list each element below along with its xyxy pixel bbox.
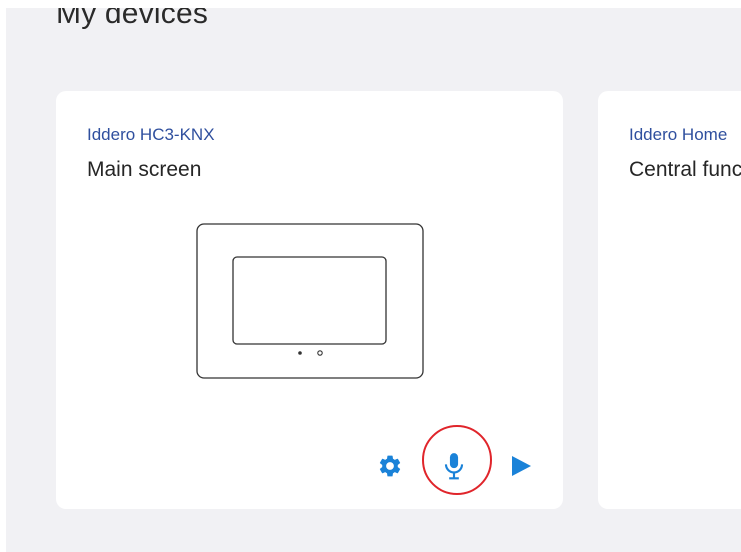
device-brand: Iddero HC3-KNX: [87, 125, 215, 144]
device-name: Main screen: [87, 158, 202, 181]
touch-panel-illustration: [196, 223, 424, 379]
devices-screen: My devices Iddero HC3-KNX Main screen Id…: [6, 8, 741, 552]
voice-button[interactable]: [434, 446, 474, 486]
device-card[interactable]: Iddero HC3-KNX Main screen: [56, 91, 563, 509]
device-card[interactable]: Iddero Home Central functions: [598, 91, 741, 509]
page-title: My devices: [56, 8, 209, 30]
gear-icon: [379, 455, 401, 477]
play-button[interactable]: [501, 446, 541, 486]
microphone-icon: [444, 453, 464, 480]
device-name: Central functions: [629, 158, 741, 181]
device-brand: Iddero Home: [629, 125, 728, 144]
settings-button[interactable]: [370, 446, 410, 486]
play-icon: [512, 456, 531, 476]
